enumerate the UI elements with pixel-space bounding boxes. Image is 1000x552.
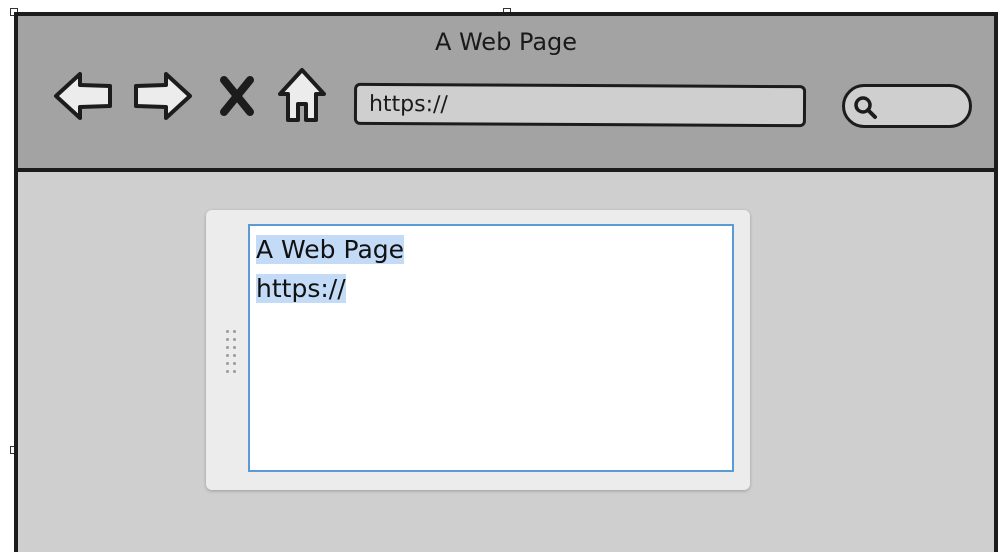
address-bar[interactable]: https://: [353, 82, 807, 128]
editor-line: A Web Page: [256, 230, 726, 269]
drag-handle-icon[interactable]: [224, 330, 238, 376]
home-icon[interactable]: [276, 66, 328, 126]
browser-toolbar: A Web Page https://: [18, 16, 994, 172]
stop-x-icon[interactable]: [218, 74, 256, 118]
search-icon: [854, 96, 877, 119]
text-editor-area[interactable]: A Web Page https://: [248, 224, 734, 472]
forward-arrow-icon[interactable]: [130, 68, 194, 124]
search-input[interactable]: [842, 84, 972, 128]
selected-text: A Web Page: [256, 235, 405, 264]
address-bar-text: https://: [368, 91, 448, 118]
selected-text: https://: [256, 274, 346, 303]
back-arrow-icon[interactable]: [52, 68, 116, 124]
text-edit-popup: A Web Page https://: [206, 210, 750, 490]
window-title: A Web Page: [434, 28, 578, 56]
editor-line: https://: [256, 269, 726, 308]
